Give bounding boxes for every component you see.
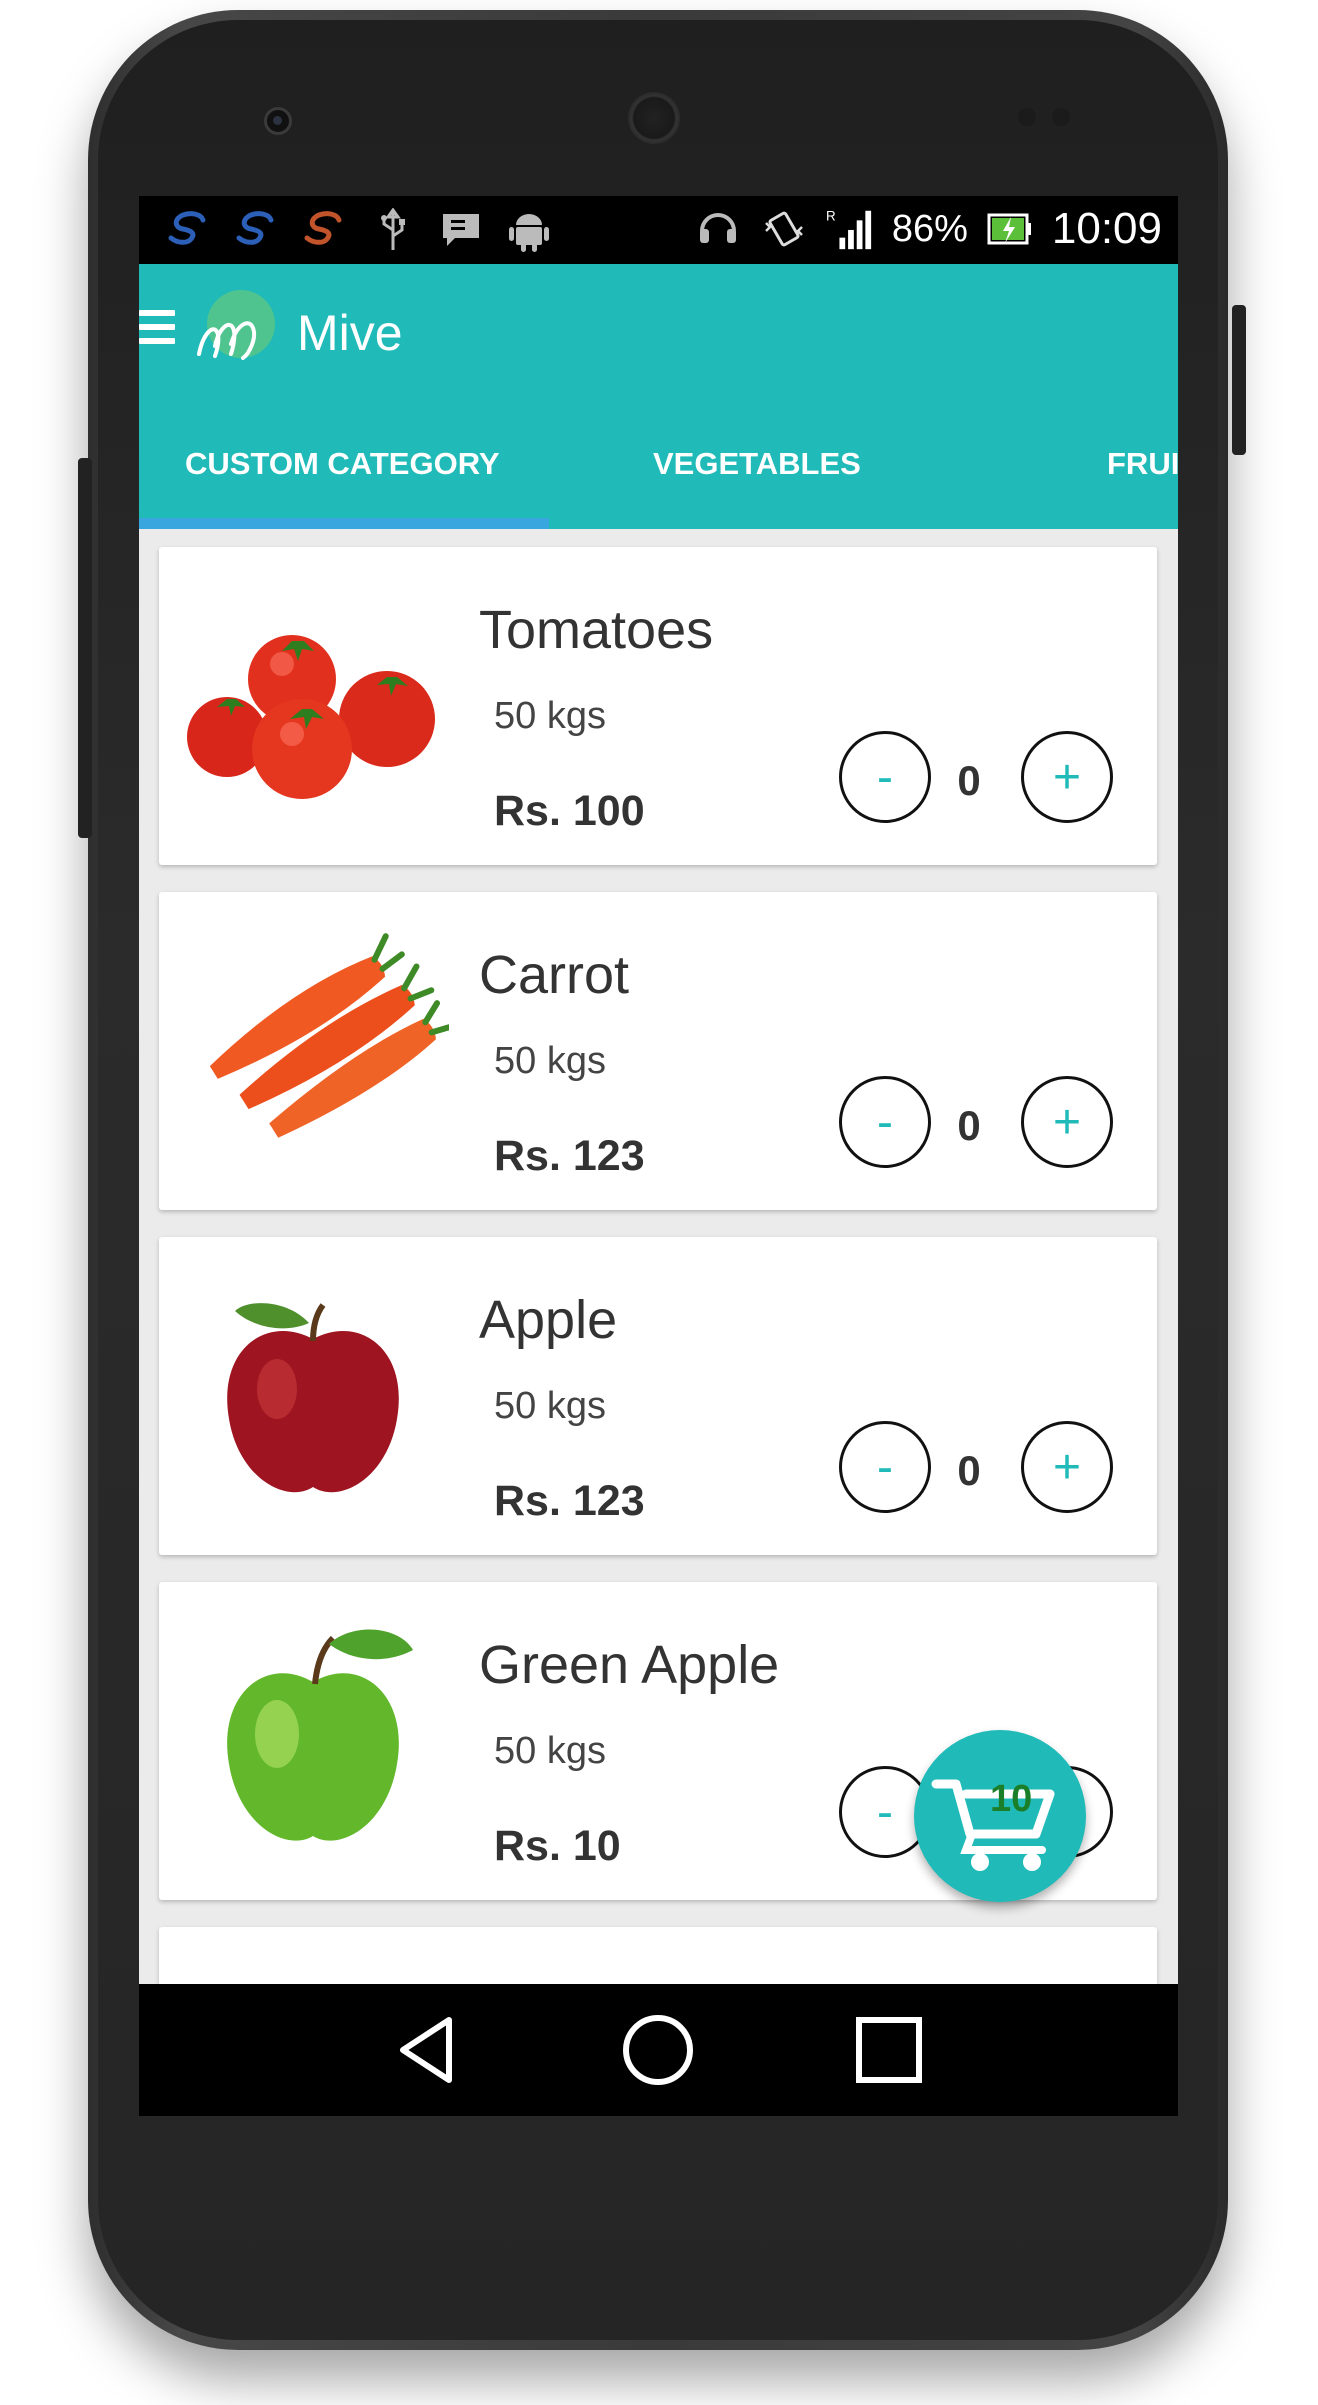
power-button xyxy=(1232,305,1246,455)
light-sensor xyxy=(1052,108,1070,126)
battery-icon xyxy=(986,205,1034,253)
s-app-blue-icon xyxy=(233,206,281,254)
earpiece-speaker xyxy=(628,92,680,144)
product-price: Rs. 123 xyxy=(494,1477,645,1525)
app-bar: Mive xyxy=(139,264,1178,399)
signal-icon: R xyxy=(826,205,874,253)
product-card: Apple 50 kgs Rs. 123 - 0 + xyxy=(159,1237,1157,1555)
product-card: Carrot 50 kgs Rs. 123 - 0 + xyxy=(159,892,1157,1210)
product-price: Rs. 100 xyxy=(494,787,645,835)
proximity-sensor xyxy=(1018,108,1036,126)
increase-quantity-button[interactable]: + xyxy=(1021,1421,1113,1513)
message-icon xyxy=(437,206,485,254)
s-app-blue-icon xyxy=(165,206,213,254)
product-name: Carrot xyxy=(479,945,630,1005)
product-price: Rs. 10 xyxy=(494,1822,621,1870)
android-icon xyxy=(505,206,553,254)
increase-quantity-button[interactable]: + xyxy=(1021,731,1113,823)
navigation-bar xyxy=(139,1984,1178,2116)
tomatoes-image xyxy=(177,569,449,841)
svg-text:R: R xyxy=(826,208,836,223)
product-card: Tomatoes 50 kgs Rs. 100 - 0 + xyxy=(159,547,1157,865)
cart-count: 10 xyxy=(990,1778,1033,1820)
volume-button xyxy=(78,458,92,838)
product-name: Tomatoes xyxy=(479,600,714,660)
app-title: Mive xyxy=(297,305,403,361)
product-name: Apple xyxy=(479,1290,618,1350)
product-weight: 50 kgs xyxy=(494,1385,606,1427)
hamburger-menu-icon[interactable] xyxy=(139,302,179,358)
usb-icon xyxy=(369,206,417,254)
s-app-orange-icon xyxy=(301,206,349,254)
product-weight: 50 kgs xyxy=(494,1730,606,1772)
product-price: Rs. 123 xyxy=(494,1132,645,1180)
category-tabs: CUSTOM CATEGORY VEGETABLES FRUI xyxy=(139,399,1178,529)
screen: R 86% 10:09 Mive CUSTOM CATEGORY VEGETAB… xyxy=(139,196,1178,2116)
front-camera xyxy=(264,107,292,135)
quantity-value: 0 xyxy=(957,1447,981,1494)
battery-percent: 86% xyxy=(891,207,968,250)
quantity-value: 0 xyxy=(957,757,981,804)
green-apple-image xyxy=(177,1604,449,1876)
product-name: Green Apple xyxy=(479,1635,780,1695)
mive-logo xyxy=(191,284,283,376)
selected-tab-indicator xyxy=(139,518,549,529)
back-icon[interactable] xyxy=(389,2012,465,2088)
apple-image xyxy=(177,1259,449,1531)
status-bar: R 86% 10:09 xyxy=(139,196,1178,264)
recents-icon[interactable] xyxy=(851,2012,927,2088)
tab-vegetables[interactable]: VEGETABLES xyxy=(653,399,861,529)
increase-quantity-button[interactable]: + xyxy=(1021,1076,1113,1168)
product-weight: 50 kgs xyxy=(494,695,606,737)
clock: 10:09 xyxy=(1051,204,1162,253)
carrot-image xyxy=(177,914,457,1186)
tab-custom-category[interactable]: CUSTOM CATEGORY xyxy=(185,399,500,529)
tab-fruits[interactable]: FRUI xyxy=(1107,399,1178,529)
headset-icon xyxy=(694,205,742,253)
quantity-value: 0 xyxy=(957,1102,981,1149)
product-weight: 50 kgs xyxy=(494,1040,606,1082)
vibrate-icon xyxy=(760,205,808,253)
home-icon[interactable] xyxy=(620,2012,696,2088)
cart-button[interactable]: 10 xyxy=(914,1730,1086,1902)
